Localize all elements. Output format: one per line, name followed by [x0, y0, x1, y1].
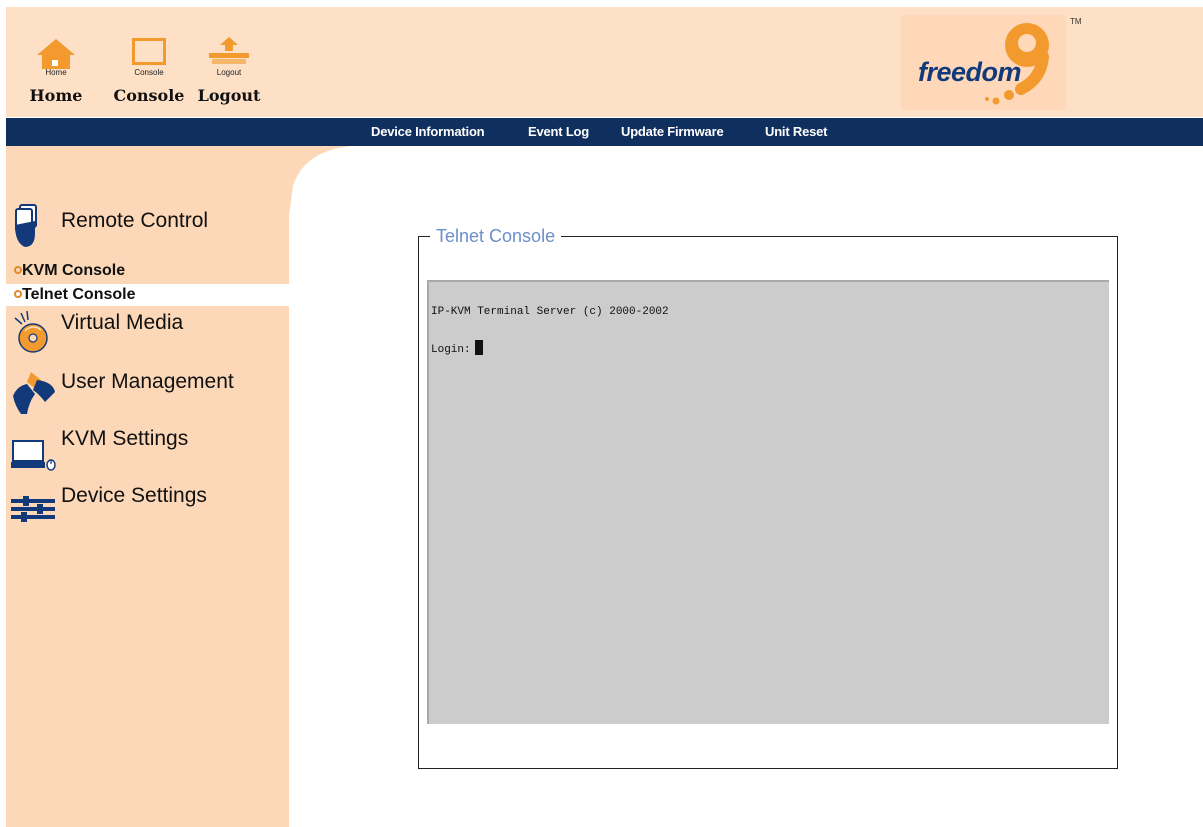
sidebar: Remote Control KVM Console Telnet Consol…	[6, 146, 289, 827]
device-rack-icon	[11, 496, 55, 522]
bullet-icon	[14, 266, 22, 274]
terminal-screen[interactable]: IP-KVM Terminal Server (c) 2000-2002 Log…	[427, 280, 1109, 724]
sidebar-section-user-management[interactable]: User Management	[11, 368, 281, 416]
console-small-label: Console	[134, 68, 164, 77]
users-icon	[13, 372, 55, 414]
terminal-banner-line: IP-KVM Terminal Server (c) 2000-2002	[431, 306, 669, 318]
sidebar-item-telnet-console[interactable]: Telnet Console	[6, 284, 289, 306]
home-button[interactable]: Home Home	[23, 37, 89, 105]
app-window: Home Home Console Console Logout Logout …	[6, 7, 1203, 827]
login-prompt: Login:	[431, 344, 471, 356]
logout-label: Logout	[197, 86, 261, 105]
terminal-login-line: Login:	[431, 340, 483, 356]
unit-reset-link[interactable]: Unit Reset	[765, 124, 827, 139]
panel-title: Telnet Console	[430, 226, 562, 247]
header: Home Home Console Console Logout Logout …	[6, 7, 1203, 117]
sidebar-label-device-settings: Device Settings	[61, 484, 207, 507]
subnav-bar: Device Information Event Log Update Firm…	[6, 118, 1203, 146]
computer-icon	[11, 440, 56, 471]
console-button[interactable]: Console Console	[109, 37, 189, 105]
sidebar-item-kvm-console[interactable]: KVM Console	[6, 260, 289, 282]
home-label: Home	[29, 86, 83, 105]
logout-icon: Logout	[196, 37, 262, 79]
remote-hand-icon	[15, 204, 37, 247]
sidebar-label-user-management: User Management	[61, 370, 234, 393]
window-icon: Console	[109, 37, 189, 79]
sidebar-curve-decoration	[289, 146, 351, 216]
sidebar-section-device-settings[interactable]: Device Settings	[11, 482, 281, 530]
brand-trademark: TM	[1070, 17, 1082, 26]
event-log-link[interactable]: Event Log	[528, 124, 589, 139]
logout-small-label: Logout	[216, 68, 242, 77]
sidebar-label-kvm-settings: KVM Settings	[61, 427, 189, 450]
home-small-label: Home	[45, 68, 67, 77]
bullet-icon	[14, 290, 22, 298]
sidebar-item-label: KVM Console	[22, 262, 126, 279]
console-label: Console	[113, 86, 185, 105]
logout-button[interactable]: Logout Logout	[196, 37, 262, 105]
brand-logo-text: freedom	[918, 57, 1022, 87]
sidebar-label-remote-control: Remote Control	[61, 209, 209, 232]
house-icon: Home	[23, 37, 89, 79]
sidebar-label-virtual-media: Virtual Media	[61, 311, 184, 334]
sidebar-section-kvm-settings[interactable]: KVM Settings	[11, 425, 281, 473]
device-information-link[interactable]: Device Information	[371, 124, 485, 139]
sidebar-section-virtual-media[interactable]: Virtual Media	[11, 309, 281, 357]
text-cursor	[474, 340, 483, 355]
cd-disc-icon	[14, 310, 48, 353]
update-firmware-link[interactable]: Update Firmware	[621, 124, 724, 139]
sidebar-section-remote-control[interactable]: Remote Control	[11, 203, 281, 249]
sidebar-item-label: Telnet Console	[22, 286, 136, 303]
